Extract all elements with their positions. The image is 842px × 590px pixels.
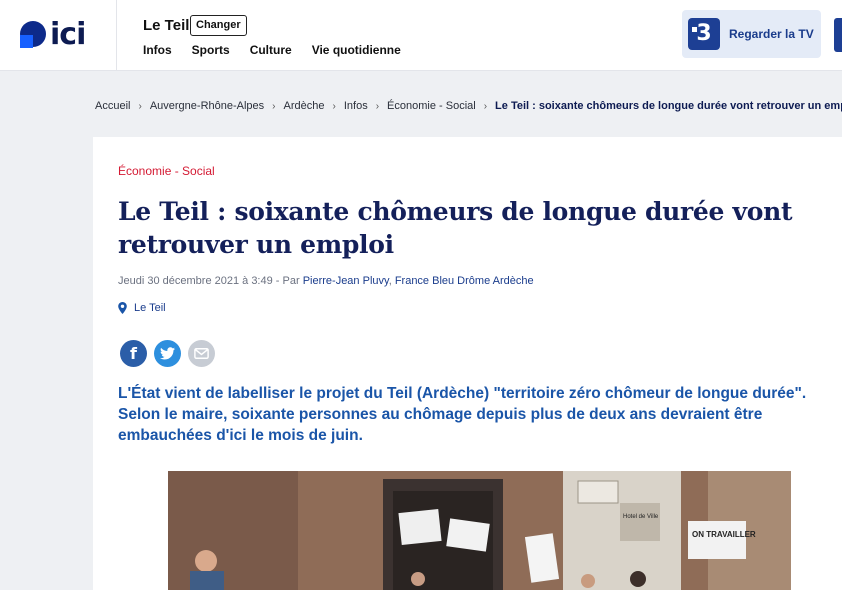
- article-station-link[interactable]: France Bleu Drôme Ardèche: [395, 275, 534, 287]
- protest-sign-text: ON TRAVAILLER: [692, 530, 756, 539]
- location-label: Le Teil: [134, 302, 166, 314]
- chevron-right-icon: ›: [375, 100, 380, 112]
- chevron-right-icon: ›: [272, 100, 276, 112]
- share-buttons: f: [120, 340, 215, 367]
- breadcrumb-item-infos[interactable]: Infos: [344, 100, 368, 112]
- change-city-button[interactable]: Changer: [190, 15, 247, 36]
- ici-logo[interactable]: ici: [20, 18, 92, 52]
- twitter-icon: [160, 347, 175, 360]
- chevron-right-icon: ›: [138, 100, 142, 112]
- article-title: Le Teil : soixante chômeurs de longue du…: [118, 197, 793, 259]
- current-city: Le Teil: [143, 17, 190, 34]
- article-location[interactable]: Le Teil: [118, 302, 166, 314]
- nav-item-vie-quotidienne[interactable]: Vie quotidienne: [312, 43, 401, 57]
- article-photo[interactable]: ON TRAVAILLER Hotel de Ville: [168, 471, 791, 590]
- article-meta: Jeudi 30 décembre 2021 à 3:49 - Par Pier…: [118, 275, 534, 287]
- france3-logo-icon: 3: [688, 18, 720, 50]
- facebook-share-button[interactable]: f: [120, 340, 147, 367]
- article-category[interactable]: Économie - Social: [118, 164, 215, 178]
- main-nav: Infos Sports Culture Vie quotidienne: [143, 43, 401, 57]
- breadcrumb-current: Le Teil : soixante chômeurs de longue du…: [495, 100, 842, 112]
- article-card: Économie - Social Le Teil : soixante chô…: [93, 137, 842, 590]
- protest-photo-illustration: ON TRAVAILLER Hotel de Ville: [168, 471, 791, 590]
- article-date: Jeudi 30 décembre 2021 à 3:49 - Par: [118, 275, 303, 287]
- twitter-share-button[interactable]: [154, 340, 181, 367]
- breadcrumb-item-economie-social[interactable]: Économie - Social: [387, 100, 476, 112]
- article-author-link[interactable]: Pierre-Jean Pluvy: [303, 275, 389, 287]
- breadcrumb-item-accueil[interactable]: Accueil: [95, 100, 130, 112]
- breadcrumb-item-ardeche[interactable]: Ardèche: [284, 100, 325, 112]
- nav-item-infos[interactable]: Infos: [143, 43, 172, 57]
- chevron-right-icon: ›: [483, 100, 488, 112]
- hotel-de-ville-sign: Hotel de Ville: [623, 514, 659, 520]
- logo-text: ici: [50, 17, 86, 52]
- cut-off-header-button[interactable]: [834, 18, 842, 52]
- breadcrumb: Accueil › Auvergne-Rhône-Alpes › Ardèche…: [95, 100, 842, 112]
- article-lead: L'État vient de labelliser le projet du …: [118, 385, 807, 444]
- ici-logo-mark-icon: [20, 21, 48, 49]
- nav-item-sports[interactable]: Sports: [192, 43, 230, 57]
- breadcrumb-item-auvergne-rhone-alpes[interactable]: Auvergne-Rhône-Alpes: [150, 100, 264, 112]
- chevron-right-icon: ›: [332, 100, 336, 112]
- header-divider: [116, 0, 117, 71]
- watch-tv-button[interactable]: 3 Regarder la TV: [682, 10, 821, 58]
- facebook-icon: f: [130, 344, 137, 363]
- watch-tv-label: Regarder la TV: [729, 27, 814, 41]
- nav-item-culture[interactable]: Culture: [250, 43, 292, 57]
- mail-share-button[interactable]: [188, 340, 215, 367]
- mail-icon: [194, 348, 209, 359]
- location-pin-icon: [118, 302, 127, 314]
- site-header: ici Le Teil Changer Infos Sports Culture…: [0, 0, 842, 71]
